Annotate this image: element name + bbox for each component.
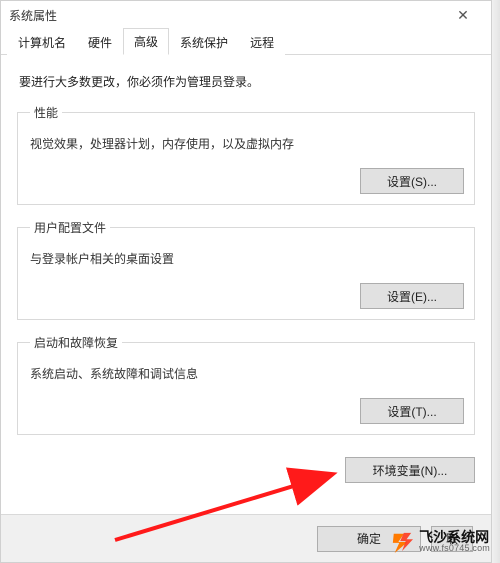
tab-system-protection[interactable]: 系统保护 [169, 29, 239, 55]
button-label: 环境变量(N)... [373, 464, 448, 478]
dialog-button-row: 确定 取 [1, 514, 491, 562]
environment-variables-button[interactable]: 环境变量(N)... [345, 457, 475, 483]
ok-button[interactable]: 确定 [317, 526, 421, 552]
group-desc: 系统启动、系统故障和调试信息 [30, 365, 464, 382]
env-row: 环境变量(N)... [1, 457, 491, 493]
group-desc: 与登录帐户相关的桌面设置 [30, 250, 464, 267]
tab-label: 硬件 [88, 36, 112, 50]
profiles-settings-button[interactable]: 设置(E)... [360, 283, 464, 309]
tab-advanced[interactable]: 高级 [123, 28, 169, 55]
cancel-button[interactable]: 取 [431, 526, 473, 552]
group-legend: 用户配置文件 [30, 219, 110, 236]
tab-remote[interactable]: 远程 [239, 29, 285, 55]
tab-computer-name[interactable]: 计算机名 [7, 29, 77, 55]
close-icon: ✕ [457, 7, 469, 24]
right-edge-shadow [492, 0, 500, 563]
button-label: 设置(E)... [387, 290, 437, 304]
close-button[interactable]: ✕ [443, 2, 483, 28]
tabstrip: 计算机名 硬件 高级 系统保护 远程 [1, 29, 491, 55]
tab-content-advanced: 要进行大多数更改，你必须作为管理员登录。 性能 视觉效果，处理器计划，内存使用，… [1, 55, 491, 457]
startup-settings-button[interactable]: 设置(T)... [360, 398, 464, 424]
button-label: 取 [446, 532, 458, 546]
system-properties-dialog: 系统属性 ✕ 计算机名 硬件 高级 系统保护 远程 要进行大多数更改，你必须作为… [0, 0, 492, 563]
group-legend: 启动和故障恢复 [30, 334, 122, 351]
group-startup-recovery: 启动和故障恢复 系统启动、系统故障和调试信息 设置(T)... [17, 334, 475, 435]
admin-note: 要进行大多数更改，你必须作为管理员登录。 [19, 73, 473, 90]
group-performance: 性能 视觉效果，处理器计划，内存使用，以及虚拟内存 设置(S)... [17, 104, 475, 205]
button-label: 确定 [357, 532, 381, 546]
group-desc: 视觉效果，处理器计划，内存使用，以及虚拟内存 [30, 135, 464, 152]
group-user-profiles: 用户配置文件 与登录帐户相关的桌面设置 设置(E)... [17, 219, 475, 320]
tab-label: 系统保护 [180, 36, 228, 50]
button-label: 设置(T)... [387, 405, 436, 419]
group-legend: 性能 [30, 104, 62, 121]
tab-label: 远程 [250, 36, 274, 50]
button-label: 设置(S)... [387, 175, 437, 189]
tab-hardware[interactable]: 硬件 [77, 29, 123, 55]
performance-settings-button[interactable]: 设置(S)... [360, 168, 464, 194]
window-title: 系统属性 [9, 7, 57, 24]
tab-label: 计算机名 [18, 36, 66, 50]
titlebar: 系统属性 ✕ [1, 1, 491, 29]
tab-label: 高级 [134, 35, 158, 49]
